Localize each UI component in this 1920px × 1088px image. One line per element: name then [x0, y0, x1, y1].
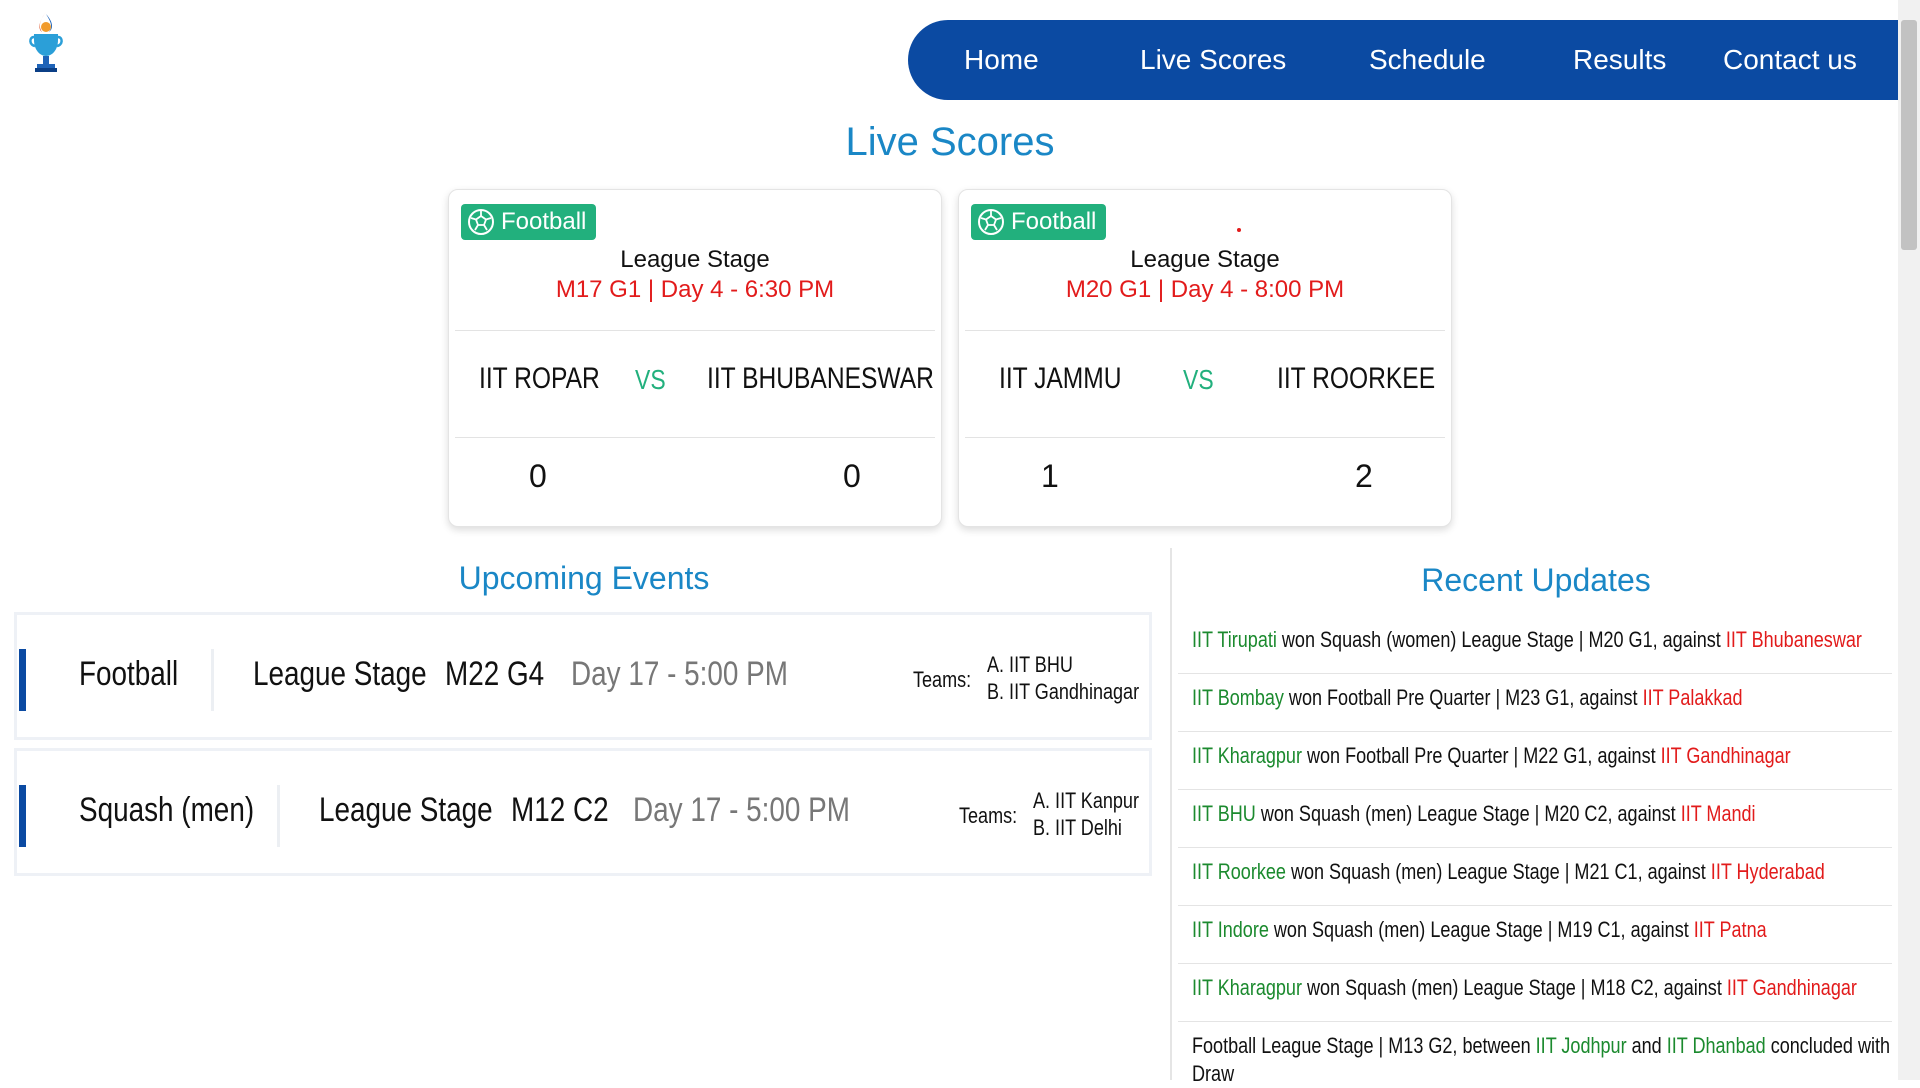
- update-winner[interactable]: IIT Kharagpur: [1192, 975, 1302, 1000]
- card-divider: [965, 330, 1445, 331]
- team-b-name: IIT ROORKEE: [1277, 362, 1436, 395]
- update-loser[interactable]: IIT Bhubaneswar: [1726, 627, 1862, 652]
- update-text: won Squash (women) League Stage | M20 G1…: [1276, 627, 1726, 652]
- match-time: M20 G1 | Day 4 - 8:00 PM: [1065, 276, 1345, 303]
- update-winner[interactable]: IIT Bombay: [1192, 685, 1284, 710]
- event-team-a: A. IIT Kanpur: [1033, 788, 1139, 813]
- update-winner[interactable]: IIT Tirupati: [1192, 627, 1277, 652]
- section-divider: [1170, 548, 1172, 1080]
- update-item: IIT Bombay won Football Pre Quarter | M2…: [1178, 674, 1892, 732]
- card-divider: [965, 437, 1445, 438]
- update-winner[interactable]: IIT Roorkee: [1192, 859, 1286, 884]
- event-team-a: A. IIT BHU: [987, 652, 1073, 677]
- update-text: won Squash (men) League Stage | M20 C2, …: [1255, 801, 1681, 826]
- sport-badge: Football: [461, 204, 597, 240]
- event-stage: League Stage: [319, 791, 493, 829]
- event-separator: [211, 649, 214, 711]
- update-winner[interactable]: IIT Kharagpur: [1192, 743, 1302, 768]
- event-sport: Squash (men): [79, 791, 255, 829]
- live-match-card[interactable]: Football League Stage M20 G1 | Day 4 - 8…: [958, 189, 1452, 527]
- live-match-card[interactable]: Football League Stage M17 G1 | Day 4 - 6…: [448, 189, 942, 527]
- update-loser[interactable]: IIT Mandi: [1681, 801, 1756, 826]
- event-time: Day 17 - 5:00 PM: [633, 791, 850, 829]
- team-a-score: 0: [529, 458, 547, 494]
- nav-live-scores-link[interactable]: Live Scores: [1140, 20, 1286, 100]
- update-item: IIT Kharagpur won Football Pre Quarter |…: [1178, 732, 1892, 790]
- trophy-logo-icon[interactable]: [26, 10, 66, 76]
- update-text: won Squash (men) League Stage | M21 C1, …: [1285, 859, 1711, 884]
- team-b-score: 2: [1355, 458, 1373, 494]
- vs-label: VS: [1183, 364, 1214, 395]
- team-b-name: IIT BHUBANESWAR: [707, 362, 934, 395]
- event-teams-label: Teams:: [959, 803, 1018, 828]
- football-icon: [468, 209, 494, 235]
- update-item-draw: Football League Stage | M13 G2, between …: [1178, 1022, 1892, 1088]
- event-team-b: B. IIT Gandhinagar: [987, 679, 1140, 704]
- sport-name: Football: [1011, 208, 1097, 235]
- football-icon: [978, 209, 1004, 235]
- update-loser[interactable]: IIT Gandhinagar: [1727, 975, 1857, 1000]
- event-match-code: M22 G4: [445, 655, 545, 693]
- update-winner[interactable]: IIT Indore: [1192, 917, 1269, 942]
- event-sport: Football: [79, 655, 179, 693]
- update-winner[interactable]: IIT BHU: [1192, 801, 1256, 826]
- sport-badge: Football: [971, 204, 1107, 240]
- team-a-name: IIT ROPAR: [479, 362, 600, 395]
- event-teams-label: Teams:: [913, 667, 972, 692]
- match-time: M17 G1 | Day 4 - 6:30 PM: [555, 276, 835, 303]
- update-loser[interactable]: IIT Patna: [1694, 917, 1767, 942]
- recent-updates-title: Recent Updates: [1421, 562, 1651, 598]
- recent-updates-list: IIT Tirupati won Squash (women) League S…: [1178, 616, 1892, 1088]
- update-item: IIT Tirupati won Squash (women) League S…: [1178, 616, 1892, 674]
- update-text: won Squash (men) League Stage | M18 C2, …: [1301, 975, 1727, 1000]
- match-stage: League Stage: [620, 246, 770, 273]
- sport-name: Football: [501, 208, 587, 235]
- main-navbar: Home Live Scores Schedule Results Contac…: [908, 20, 1900, 100]
- update-text: won Football Pre Quarter | M23 G1, again…: [1283, 685, 1643, 710]
- event-teams-list: A. IIT Kanpur B. IIT Delhi: [1033, 787, 1139, 841]
- live-scores-title: Live Scores: [845, 120, 1055, 164]
- team-a-name: IIT JAMMU: [999, 362, 1122, 395]
- event-accent-bar: [19, 649, 26, 711]
- upcoming-event-row[interactable]: Football League Stage M22 G4 Day 17 - 5:…: [14, 612, 1152, 740]
- team-b-score: 0: [843, 458, 861, 494]
- nav-results-link[interactable]: Results: [1573, 20, 1666, 100]
- card-divider: [455, 330, 935, 331]
- draw-team-a[interactable]: IIT Jodhpur: [1536, 1033, 1627, 1058]
- update-loser[interactable]: IIT Gandhinagar: [1661, 743, 1791, 768]
- match-stage: League Stage: [1130, 246, 1280, 273]
- event-team-b: B. IIT Delhi: [1033, 815, 1122, 840]
- event-stage: League Stage: [253, 655, 427, 693]
- update-loser[interactable]: IIT Hyderabad: [1711, 859, 1825, 884]
- page-scrollbar[interactable]: [1898, 0, 1920, 1080]
- update-loser[interactable]: IIT Palakkad: [1643, 685, 1743, 710]
- live-indicator-dot: [1237, 228, 1241, 232]
- update-item: IIT BHU won Squash (men) League Stage | …: [1178, 790, 1892, 848]
- update-item: IIT Roorkee won Squash (men) League Stag…: [1178, 848, 1892, 906]
- update-item: IIT Kharagpur won Squash (men) League St…: [1178, 964, 1892, 1022]
- nav-home-link[interactable]: Home: [964, 20, 1039, 100]
- event-match-code: M12 C2: [511, 791, 609, 829]
- nav-schedule-link[interactable]: Schedule: [1369, 20, 1486, 100]
- upcoming-event-row[interactable]: Squash (men) League Stage M12 C2 Day 17 …: [14, 748, 1152, 876]
- update-text: won Football Pre Quarter | M22 G1, again…: [1301, 743, 1661, 768]
- event-time: Day 17 - 5:00 PM: [571, 655, 788, 693]
- event-teams-list: A. IIT BHU B. IIT Gandhinagar: [987, 651, 1139, 705]
- event-separator: [277, 785, 280, 847]
- nav-contact-link[interactable]: Contact us: [1723, 20, 1857, 100]
- event-accent-bar: [19, 785, 26, 847]
- vs-label: VS: [635, 364, 666, 395]
- update-item: IIT Indore won Squash (men) League Stage…: [1178, 906, 1892, 964]
- draw-prefix: Football League Stage | M13 G2, between: [1192, 1033, 1536, 1058]
- draw-team-b[interactable]: IIT Dhanbad: [1667, 1033, 1766, 1058]
- card-divider: [455, 437, 935, 438]
- upcoming-events-title: Upcoming Events: [458, 560, 710, 596]
- draw-joiner: and: [1626, 1033, 1667, 1058]
- update-text: won Squash (men) League Stage | M19 C1, …: [1268, 917, 1694, 942]
- team-a-score: 1: [1041, 458, 1059, 494]
- scrollbar-thumb[interactable]: [1901, 20, 1917, 250]
